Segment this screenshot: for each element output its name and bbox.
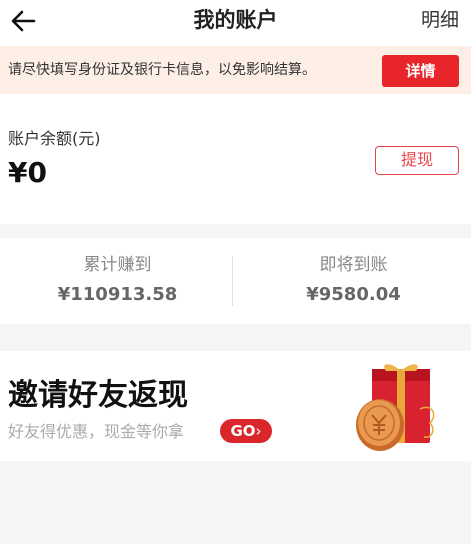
gift-box-coin-icon [356,364,435,451]
pending-label: 即将到账 [319,255,388,275]
go-button[interactable]: GO› [220,419,272,443]
earned-value: ¥110913.58 [57,284,178,305]
stats-card: 累计赚到 ¥110913.58 即将到账 ¥9580.04 [0,238,471,324]
notice-bar: 请尽快填写身份证及银行卡信息，以免影响结算。 详情 [0,46,471,94]
balance-card: 账户余额(元) ¥0 提现 [0,94,471,224]
divider [232,256,233,306]
chevron-right-icon: › [255,422,262,440]
balance-label: 账户余额(元) [8,129,101,148]
banner-subtitle: 好友得优惠，现金等你拿 [8,422,185,441]
top-bar: 我的账户 明细 [0,0,471,46]
earned-label: 累计赚到 [83,255,152,275]
earned-stat: 累计赚到 ¥110913.58 [0,252,235,308]
invite-banner[interactable]: 邀请好友返现 好友得优惠，现金等你拿 GO› [0,351,471,461]
detail-link[interactable]: 明细 [421,6,459,34]
pending-value: ¥9580.04 [306,284,401,305]
banner-title: 邀请好友返现 [8,378,188,413]
withdraw-button[interactable]: 提现 [375,146,459,175]
balance-value: ¥0 [8,156,47,189]
page-title: 我的账户 [193,8,278,32]
notice-detail-button[interactable]: 详情 [382,55,459,87]
go-label: GO [230,422,256,440]
notice-text: 请尽快填写身份证及银行卡信息，以免影响结算。 [8,62,316,78]
pending-stat: 即将到账 ¥9580.04 [236,252,471,308]
